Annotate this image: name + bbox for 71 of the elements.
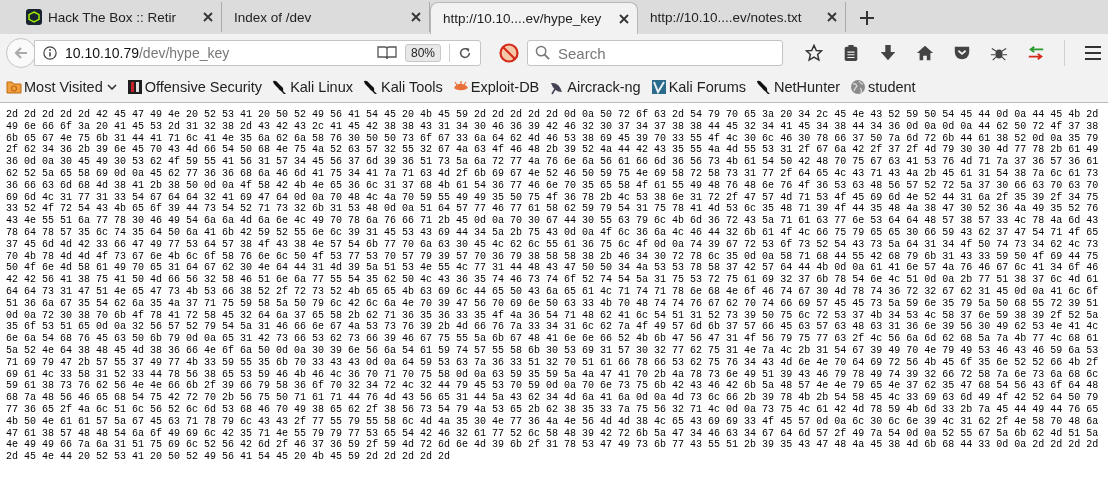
bookmark-item[interactable]: student — [850, 79, 916, 95]
hex-line: 70 4b 78 4d 4d 4f 73 67 6e 4b 6c 6f 58 76 6e 6c 50 4f 53 77 53 70 57 79 39 57 70 36 79 38 58 58 38 2b 46 34 30 72 78 6c 35 0d 0a 58 71 68 44 55 42 68 79 6b 31 43 33 59 50 4f 69 44 75 — [6, 250, 1100, 262]
hex-line: 49 6e 66 6f 3a 20 41 45 53 2d 31 32 38 2d 43 42 43 2c 41 45 42 38 38 43 31 34 30 46 36 39 42 46 32 30 37 34 37 38 38 44 45 32 34 41 45 34 38 44 34 36 0d 0a 0d 0a 44 62 50 72 4f 37 38 — [6, 120, 1100, 133]
bookmark-item[interactable]: Most Visited — [6, 79, 117, 95]
close-icon[interactable] — [619, 13, 629, 24]
square-logo-icon — [126, 79, 143, 95]
bookmark-item[interactable]: Exploit-DB — [452, 79, 540, 95]
back-arrow-icon — [13, 45, 29, 61]
clipboard-icon[interactable] — [842, 44, 860, 62]
blocked-icon[interactable] — [499, 43, 519, 63]
hex-line: 64 64 73 31 47 51 4e 65 47 73 4b 53 66 38 52 2f 72 73 52 4b 65 65 4b 63 69 6c 44 65 50 43 6a 65 61 4c 71 74 71 78 6e 68 4e 6f 46 74 67 30 4d 78 74 36 72 32 67 62 31 45 0d 0a 41 6c 6f — [6, 285, 1100, 298]
globe-icon — [850, 79, 867, 95]
close-icon[interactable] — [203, 12, 213, 22]
hex-line: 50 4f 6e 4d 58 61 49 70 65 31 64 67 62 30 4e 64 44 31 4d 39 5a 51 53 4e 55 4c 77 31 44 48 43 47 50 50 34 4a 53 53 78 58 37 42 57 64 44 4b 0d 0a 61 41 6e 57 4a 76 46 67 6c 41 34 6f 46 — [6, 262, 1100, 274]
hex-line: 42 42 56 41 38 75 41 50 4d 66 56 32 58 46 51 6e 6a 77 55 54 35 62 50 4c 43 36 35 74 46 73 74 6f 52 74 54 5a 31 75 53 72 75 61 69 32 37 6b 78 54 6e 4c 51 0d 0a 2b 77 51 38 37 6c 4d 61 — [6, 274, 1100, 286]
hex-line: 59 61 38 73 76 62 56 4e 4e 66 6b 2f 39 66 79 58 36 6f 70 32 34 72 4c 32 44 79 45 53 70 59 0d 0a 70 6e 73 75 6b 42 43 46 42 6b 5a 48 57 4e 4e 79 65 4e 37 62 35 47 68 54 56 43 6f 64 48 — [6, 380, 1100, 392]
hex-line: 71 69 79 47 2b 57 55 37 49 77 4b 33 59 55 35 6b 70 33 43 43 0d 0a 64 59 53 63 7a 36 33 51 32 70 51 61 66 78 66 53 62 75 76 34 43 4d 6e 4e 70 64 69 72 56 4b 45 6f 35 6e 52 52 66 4b 2f — [6, 356, 1100, 369]
hex-line: 2f 62 34 36 2b 39 6e 45 70 43 4d 66 54 50 68 4e 75 4a 52 63 57 32 55 32 67 4a 63 4f 46 48 2b 39 52 4a 44 42 43 35 55 4a 4d 55 53 31 2f 67 6a 42 2f 37 2f 4d 79 30 30 4d 77 78 2b 61 49 — [6, 144, 1100, 156]
hex-line: 36 66 63 6d 68 4d 38 41 2b 38 50 0d 0a 4f 58 42 4b 4e 65 36 6c 31 37 68 4b 61 54 36 77 46 6e 70 35 65 58 4f 61 55 49 48 76 48 6e 76 4f 36 53 63 48 56 57 52 72 5a 37 30 66 63 70 63 70 — [6, 179, 1100, 192]
dragon-icon — [272, 79, 289, 95]
square-logo-icon — [650, 79, 667, 95]
menu-icon[interactable] — [1084, 44, 1102, 62]
reload-icon[interactable] — [458, 46, 472, 60]
download-icon[interactable] — [879, 44, 897, 62]
browser-tab[interactable]: http://10.10....ev/hype_key — [430, 2, 638, 34]
browser-tab[interactable]: Hack The Box :: Retir — [14, 2, 222, 32]
hex-line: 69 61 4c 33 58 31 52 33 44 78 56 38 65 53 59 46 4b 46 4c 36 70 71 70 75 58 0d 0a 63 59 35 59 5a 4a 47 41 70 2b 4a 78 73 6e 49 51 39 43 46 79 78 49 74 39 32 66 72 58 7a 6e 73 6a 68 6c — [6, 368, 1100, 380]
hex-line: 0d 0a 72 30 38 70 6b 4f 78 41 72 58 45 32 64 6a 37 65 58 2b 62 71 36 35 36 33 35 4f 4a 36 54 71 48 62 41 6c 54 51 31 52 73 39 50 75 6c 72 53 37 4b 34 53 4c 58 37 6e 59 38 39 2f 52 5a — [6, 309, 1100, 321]
hex-line: 2d 45 4e 44 20 52 53 41 20 50 52 49 56 41 54 45 20 4b 45 59 2d 2d 2d 2d 2d — [6, 451, 452, 463]
hex-line: 33 52 4f 72 54 43 4b 65 6f 39 44 73 54 52 71 73 32 6b 31 53 48 0d 0a 51 64 57 77 46 77 61 58 62 59 79 54 31 75 78 41 4d 53 6c 35 48 71 39 4f 44 35 48 4a 38 47 30 52 36 4a 49 35 52 76 — [6, 203, 1100, 215]
hex-line: 4b 50 4e 61 61 57 5a 67 45 63 71 78 79 6c 43 43 2f 77 55 79 55 58 6c 4d 4a 35 30 4e 77 36 4a 4e 56 4d 4d 38 4c 65 43 69 69 33 4f 45 57 0d 0a 6c 30 6c 6e 39 4c 31 62 2f 4e 58 70 48 6a — [6, 415, 1100, 428]
plus-icon[interactable] — [860, 11, 874, 25]
url-text[interactable]: 10.10.10.79/dev/hype_key — [65, 45, 369, 61]
bookmark-item[interactable]: Offensive Security — [126, 79, 263, 95]
bookmark-item[interactable]: NetHunter — [756, 79, 841, 95]
search-icon — [535, 45, 550, 60]
hex-line: 47 61 38 57 48 48 54 6a 6f 49 69 6c 42 35 71 4e 55 79 79 77 53 65 54 42 46 32 61 77 52 6c 58 48 39 42 72 6b 5a 47 34 46 63 34 67 64 6d 57 2f 49 7a 54 0d 0a 52 55 67 5a 6b 62 4d 51 5a — [6, 427, 1100, 439]
hex-line: 78 64 78 57 35 6c 74 35 64 50 6a 41 6b 42 59 52 55 6e 6c 39 31 45 53 43 69 44 34 5a 2b 75 43 0d 0a 4f 6c 36 6a 4c 46 44 32 6b 61 4f 4c 66 75 79 65 65 30 66 59 43 62 37 47 54 71 4f 65 — [6, 226, 1100, 239]
hex-line: 35 6f 53 51 65 0d 0a 32 56 57 52 79 54 5a 31 46 66 6e 67 4a 53 73 76 39 2b 4d 66 76 7a 33 34 31 6c 62 7a 4f 49 57 6d 6b 37 57 66 45 63 57 63 48 63 31 36 6e 39 56 30 49 62 53 4e 41 4c — [6, 321, 1100, 333]
folder-icon — [6, 79, 22, 95]
hex-line: 4e 49 49 66 7a 6a 31 51 75 69 6c 52 56 42 6d 2f 46 37 36 59 2f 59 4d 72 6d 6e 4d 39 6b 2f 31 78 53 47 49 73 6b 77 43 55 51 2b 39 35 43 47 48 4a 45 38 4d 6b 68 44 33 0d 0a 2d 2d 2d 2d — [6, 439, 1100, 451]
hex-line: 68 7a 48 56 46 65 68 54 75 42 72 70 2b 56 75 50 71 61 71 44 76 4d 43 56 65 31 44 5a 43 62 34 4d 6a 41 6a 0d 0a 4d 73 6c 66 2b 39 78 4b 2b 54 58 45 4c 33 69 63 6d 49 4f 42 52 64 50 79 — [6, 392, 1100, 404]
star-icon[interactable] — [805, 44, 823, 62]
bookmark-item[interactable]: Aircrack-ng — [549, 79, 641, 95]
hex-line: 69 6d 4c 31 77 31 33 54 67 64 64 32 41 69 47 64 0d 0a 70 48 4c 4a 70 59 55 49 49 35 50 75 4f 36 78 2b 4c 53 38 6e 31 72 2f 47 57 4d 71 53 4f 45 69 6d 4e 52 44 31 6a 2f 35 39 2f 34 75 — [6, 191, 1100, 203]
hex-line: 36 0d 0a 30 45 49 30 53 62 4f 59 55 41 56 31 57 34 45 56 37 6d 39 36 51 73 5a 6a 72 77 4a 76 6e 6a 56 61 66 6d 36 56 73 4b 61 54 50 42 48 70 75 67 63 41 53 76 4d 71 7a 37 36 57 36 61 — [6, 156, 1100, 168]
hex-line: 6e 6a 54 68 76 45 63 50 6b 79 0d 0a 65 31 42 73 66 53 62 73 66 39 46 67 75 55 5a 6b 67 48 41 6e 6e 66 52 4b 6b 47 56 47 31 4f 56 79 75 77 63 2f 4c 56 6a 6d 62 68 5a 7a 4b 77 4c 68 61 — [6, 333, 1100, 345]
browser-tab[interactable]: http://10.10....ev/notes.txt — [638, 2, 846, 32]
hex-line: 43 4e 55 51 6a 77 78 30 46 49 54 6a 6a 4d 6a 6e 4c 49 70 78 6a 76 66 71 2b 45 0d 0a 70 30 67 44 30 55 63 79 6c 4b 6d 36 72 43 5a 71 61 63 77 6e 53 64 64 48 57 38 57 33 4c 78 4a 6d 43 — [6, 215, 1100, 227]
dragon-icon — [756, 79, 772, 95]
hex-line: 51 36 6a 67 35 54 62 6a 35 4a 37 71 75 59 58 5a 50 79 6c 42 6c 6a 4e 70 39 47 56 70 69 6e 50 63 33 4b 70 48 74 74 76 67 62 70 74 66 69 57 45 45 73 5a 59 6e 35 79 5a 50 68 55 72 39 51 — [6, 297, 1100, 310]
arrows-icon[interactable] — [1027, 44, 1045, 62]
hex-line: 2d 2d 2d 2d 2d 42 45 47 49 4e 20 52 53 41 20 50 52 49 56 41 54 45 20 4b 45 59 2d 2d 2d 2d 2d 0d 0a 50 72 6f 63 2d 54 79 70 65 3a 20 34 2c 45 4e 43 52 59 50 54 45 44 0d 0a 44 45 4b 2d — [6, 109, 1100, 121]
hex-line: 37 45 6d 4d 42 33 66 47 49 77 53 64 57 38 4f 43 38 4e 57 54 6b 77 70 6a 63 30 45 4c 62 6c 55 61 36 75 6c 4f 0d 0a 74 39 67 72 53 6f 73 52 54 43 73 5a 64 31 34 4f 50 74 73 34 62 4c 73 — [6, 238, 1100, 251]
close-icon[interactable] — [827, 12, 837, 22]
pocket-icon[interactable] — [953, 44, 971, 62]
address-bar[interactable]: 10.10.10.79/dev/hype_key 80% — [34, 40, 481, 66]
bookmark-item[interactable]: Kali Tools — [363, 79, 443, 95]
bookmark-item[interactable]: Kali Linux — [272, 79, 353, 95]
dragon-icon — [363, 79, 379, 95]
search-field[interactable]: Search — [527, 40, 783, 66]
info-icon[interactable] — [43, 46, 57, 60]
zoom-badge[interactable]: 80% — [404, 44, 441, 62]
bookmark-item[interactable]: Kali Forums — [650, 79, 746, 95]
hex-line: 62 52 5a 65 58 69 0d 0a 45 62 77 36 36 68 6a 46 6d 41 75 34 41 7a 71 63 4d 2f 6b 69 67 4e 52 46 50 59 75 4e 69 58 72 58 73 31 77 2f 64 65 4c 43 71 43 4a 2b 45 61 31 54 38 7a 6c 61 73 — [6, 168, 1100, 180]
hex-line: 77 36 65 2f 4a 6c 51 6c 56 52 6c 6d 53 68 46 70 49 38 65 62 2f 38 56 73 54 79 4a 53 65 2b 62 38 35 33 7a 75 56 32 71 4c 0d 0a 73 75 4c 61 42 4d 78 59 4b 6d 33 2b 7a 45 44 49 44 76 65 — [6, 403, 1100, 416]
hex-line: 5a 52 4e 64 38 48 45 4d 38 36 66 4e 6f 6a 50 0d 0a 30 39 6e 56 6a 54 61 59 74 57 55 58 6b 30 53 69 31 57 30 32 77 62 75 31 4e 7a 4c 2b 31 54 67 39 49 70 4e 79 49 53 46 43 46 59 6a 53 — [6, 344, 1100, 357]
close-icon[interactable] — [411, 12, 421, 22]
home-icon[interactable] — [916, 44, 934, 62]
hex-line: 6b 65 67 4e 75 6b 31 44 41 71 6c 41 4e 35 6a 62 6a 58 76 30 50 50 73 6f 67 33 6a 64 62 4d 46 53 38 69 45 39 70 33 55 4f 4c 30 6c 46 30 78 66 37 50 7a 6d 72 6b 44 61 38 52 0d 0a 35 79 — [6, 132, 1100, 144]
book-icon[interactable] — [376, 46, 397, 60]
